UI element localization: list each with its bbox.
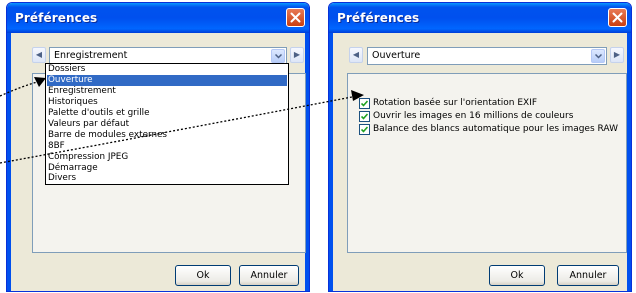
annotation-arrows	[0, 77, 364, 164]
